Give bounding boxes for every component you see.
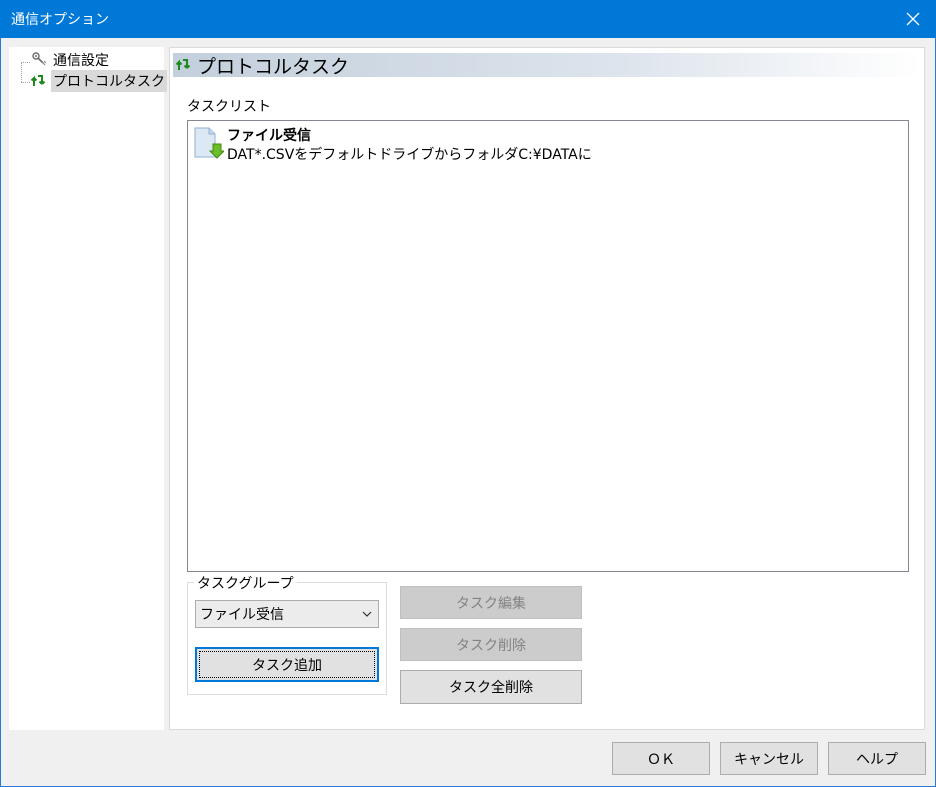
add-task-button[interactable]: タスク追加: [195, 647, 379, 682]
task-description: DAT*.CSVをデフォルトドライブからフォルダC:¥DATAに: [227, 147, 592, 163]
tree-item-protocol-task[interactable]: プロトコルタスク: [30, 70, 167, 92]
close-icon: [906, 12, 920, 26]
tree-item-label: 通信設定: [53, 53, 109, 69]
delete-task-label: タスク削除: [456, 637, 526, 654]
add-task-label: タスク追加: [252, 657, 322, 674]
cancel-label: キャンセル: [734, 751, 804, 768]
file-download-icon: [194, 127, 224, 159]
tasklist-label: タスクリスト: [187, 99, 271, 115]
options-tree: [9, 47, 164, 730]
list-item[interactable]: ファイル受信 DAT*.CSVをデフォルトドライブからフォルダC:¥DATAに: [194, 125, 794, 165]
edit-task-button[interactable]: タスク編集: [400, 586, 582, 619]
tree-item-comm-settings[interactable]: 通信設定: [30, 49, 111, 71]
help-label: ヘルプ: [856, 751, 898, 768]
ok-button[interactable]: ＯＫ: [612, 742, 710, 775]
plug-icon: [32, 52, 47, 66]
cancel-button[interactable]: キャンセル: [720, 742, 818, 775]
refresh-arrows-icon: [175, 59, 191, 70]
tree-item-label: プロトコルタスク: [51, 70, 167, 92]
window-title: 通信オプション: [11, 12, 109, 28]
task-group-selected: ファイル受信: [200, 607, 284, 623]
chevron-down-icon: [362, 611, 372, 617]
task-list[interactable]: ファイル受信 DAT*.CSVをデフォルトドライブからフォルダC:¥DATAに: [187, 120, 909, 572]
help-button[interactable]: ヘルプ: [828, 742, 926, 775]
edit-task-label: タスク編集: [456, 595, 526, 612]
delete-task-button[interactable]: タスク削除: [400, 628, 582, 661]
refresh-arrows-icon: [30, 75, 46, 86]
close-button[interactable]: [890, 0, 936, 38]
tree-connector: [21, 62, 22, 82]
tree-connector: [21, 62, 30, 63]
delete-all-tasks-label: タスク全削除: [449, 680, 533, 696]
task-group-select[interactable]: ファイル受信: [195, 600, 379, 628]
panel-header: プロトコルタスク: [173, 53, 921, 78]
panel-title: プロトコルタスク: [197, 55, 350, 78]
tree-connector: [21, 82, 30, 83]
task-group-legend: タスクグループ: [194, 573, 297, 593]
ok-label: ＯＫ: [647, 751, 675, 768]
task-name: ファイル受信: [227, 128, 311, 144]
title-bar: 通信オプション: [0, 0, 936, 38]
delete-all-tasks-button[interactable]: タスク全削除: [400, 670, 582, 704]
